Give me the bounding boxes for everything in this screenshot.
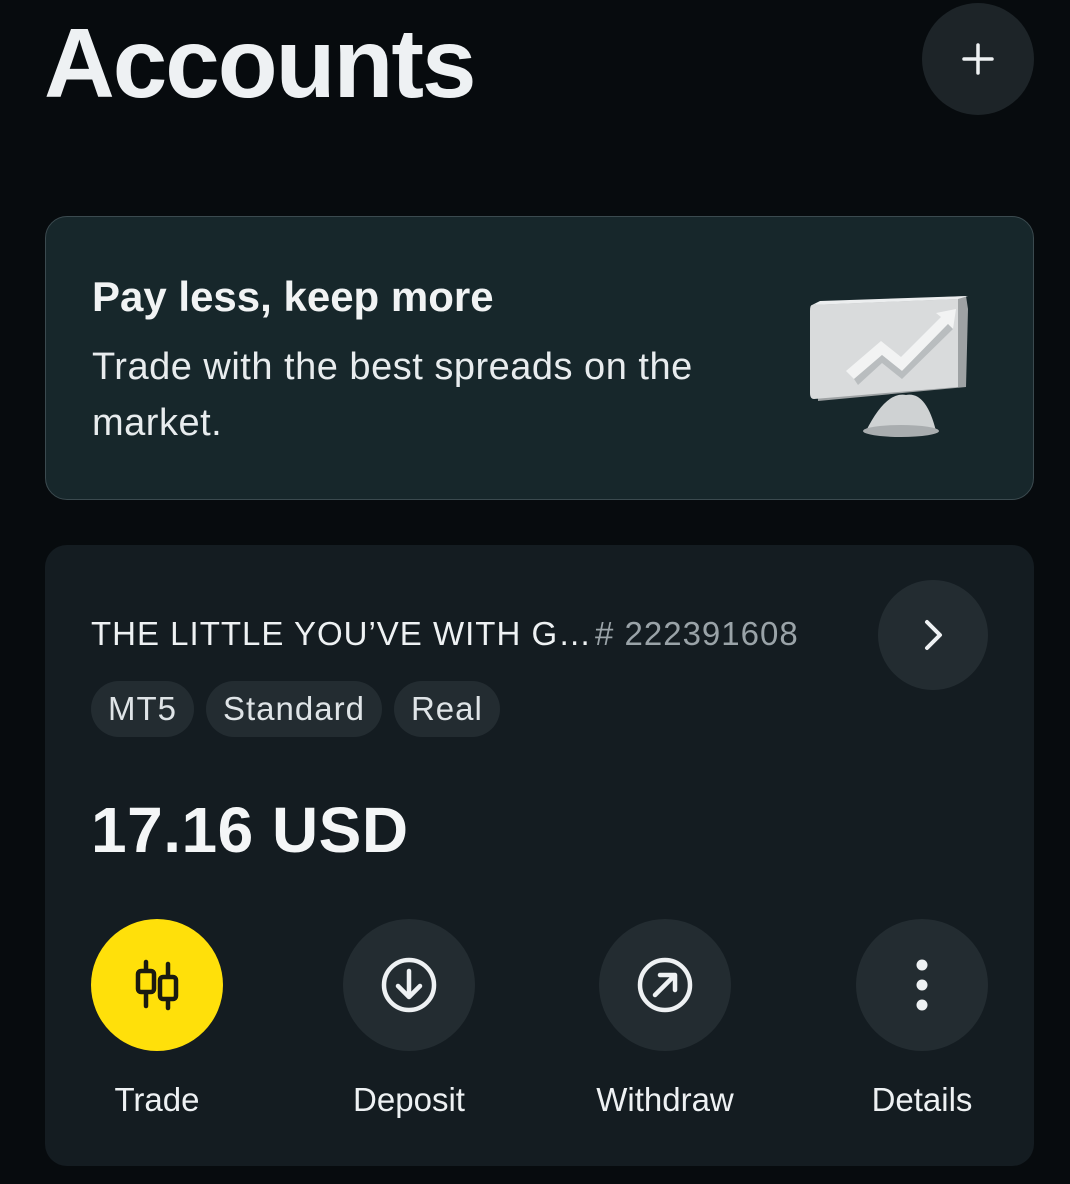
account-number: # 222391608 bbox=[595, 615, 799, 652]
trade-action: Trade bbox=[57, 919, 257, 1119]
account-badges: MT5 Standard Real bbox=[91, 681, 500, 737]
deposit-label: Deposit bbox=[353, 1081, 465, 1118]
monitor-chart-illustration bbox=[810, 296, 968, 437]
details-button[interactable] bbox=[856, 919, 988, 1051]
withdraw-button[interactable] bbox=[599, 919, 731, 1051]
account-details-arrow-button[interactable] bbox=[878, 580, 988, 690]
arrow-down-circle-icon bbox=[381, 957, 437, 1013]
promo-banner[interactable]: Pay less, keep more Trade with the best … bbox=[45, 216, 1034, 500]
plus-icon bbox=[962, 43, 994, 75]
trade-button[interactable] bbox=[91, 919, 223, 1051]
arrow-up-right-circle-icon bbox=[637, 957, 693, 1013]
account-name[interactable]: THE LITTLE YOU’VE WITH G… bbox=[91, 615, 592, 653]
account-card: THE LITTLE YOU’VE WITH G… # 222391608 MT… bbox=[45, 545, 1034, 1166]
details-label: Details bbox=[871, 1081, 973, 1118]
withdraw-action: Withdraw bbox=[565, 919, 765, 1119]
add-account-button[interactable] bbox=[922, 3, 1034, 115]
account-balance: 17.16 USD bbox=[91, 794, 409, 866]
badge-account-type: Standard bbox=[206, 681, 382, 737]
promo-text: Trade with the best spreads on the marke… bbox=[92, 346, 693, 444]
more-vertical-icon bbox=[916, 959, 928, 1011]
deposit-action: Deposit bbox=[309, 919, 509, 1119]
chevron-right-icon bbox=[925, 620, 942, 650]
withdraw-label: Withdraw bbox=[596, 1081, 734, 1118]
page-title: Accounts bbox=[44, 8, 477, 118]
candlestick-icon bbox=[135, 959, 179, 1011]
trade-label: Trade bbox=[114, 1081, 200, 1118]
deposit-button[interactable] bbox=[343, 919, 475, 1051]
promo-title: Pay less, keep more bbox=[92, 273, 494, 320]
badge-platform: MT5 bbox=[91, 681, 194, 737]
details-action: Details bbox=[822, 919, 1022, 1119]
badge-mode: Real bbox=[393, 681, 500, 737]
